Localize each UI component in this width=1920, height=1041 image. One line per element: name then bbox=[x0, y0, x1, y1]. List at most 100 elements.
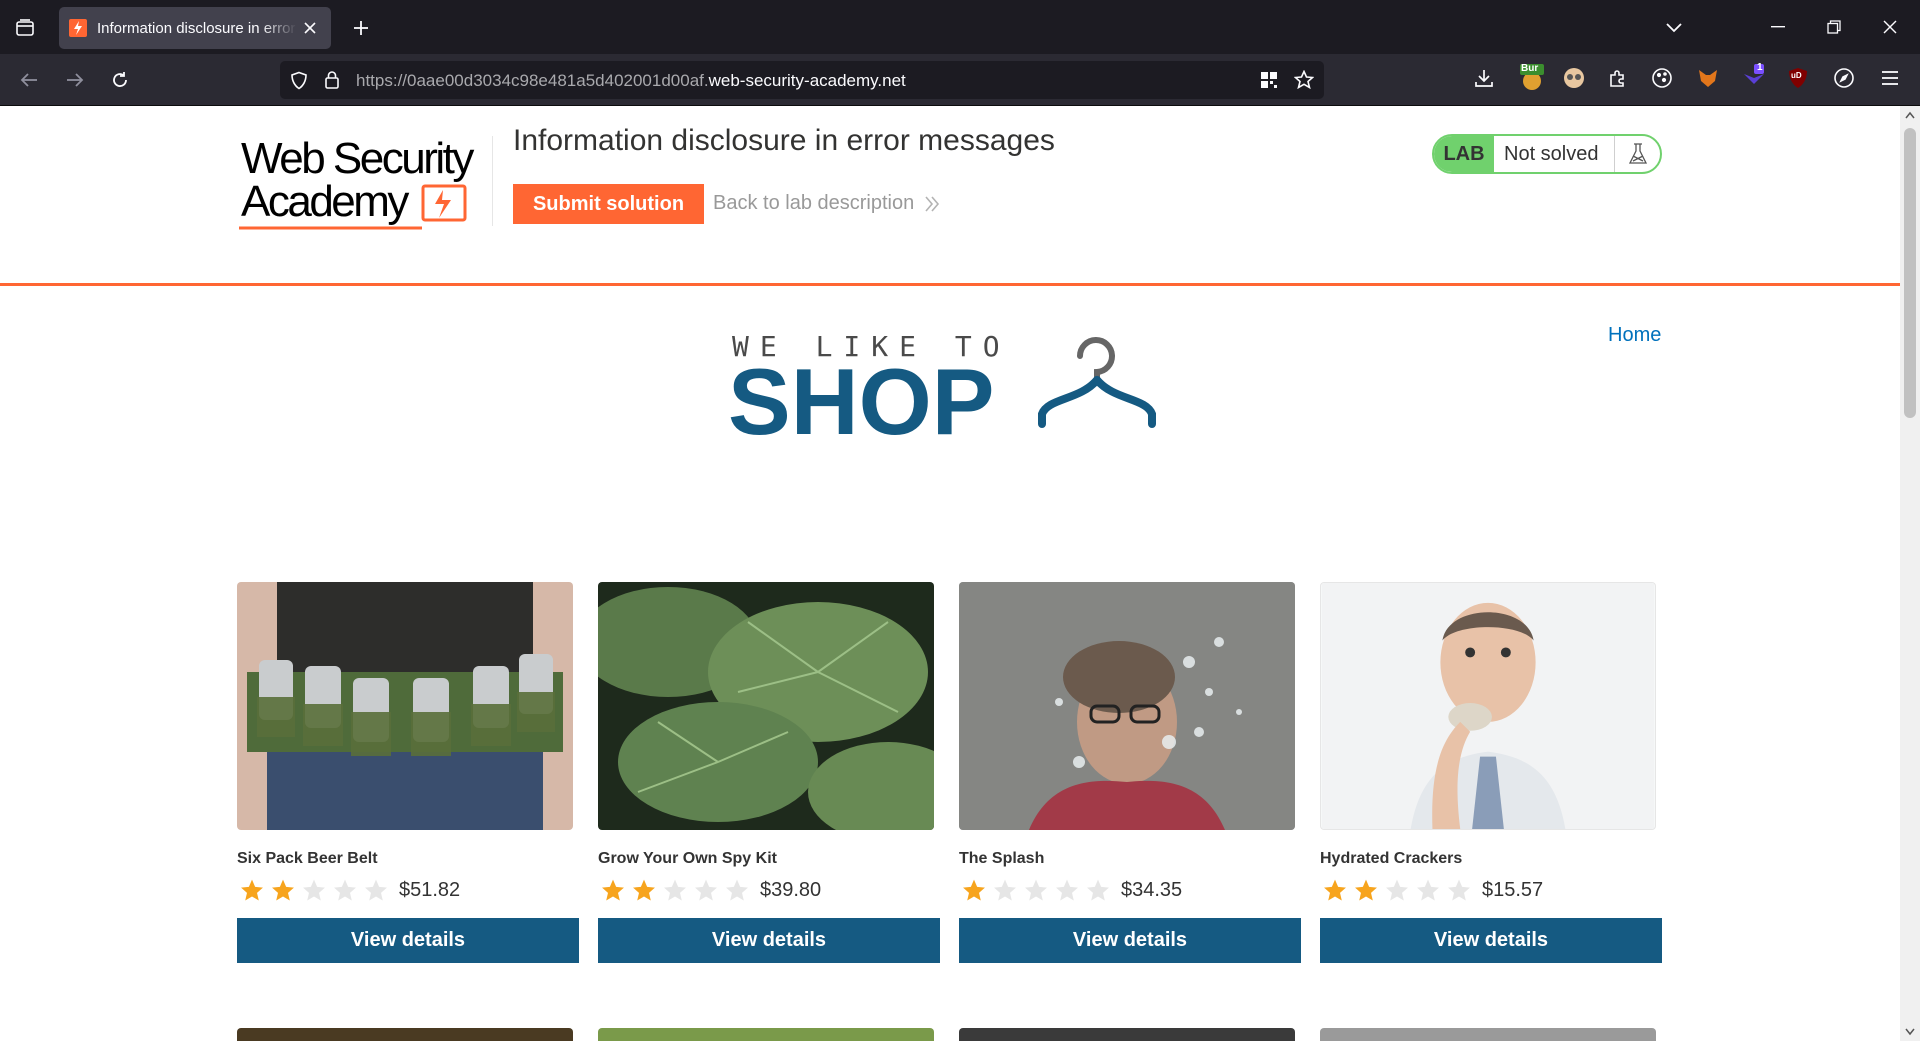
minimize-button[interactable] bbox=[1760, 12, 1796, 42]
star-empty-icon bbox=[722, 876, 752, 904]
new-tab-button[interactable] bbox=[347, 14, 375, 42]
address-bar[interactable]: https://0aae00d3034c98e481a5d402001d00af… bbox=[280, 61, 1324, 99]
star-empty-icon bbox=[691, 876, 721, 904]
metamask-extension-button[interactable] bbox=[1696, 66, 1720, 90]
product-image-row2-2[interactable] bbox=[598, 1028, 934, 1041]
url-domain: web-security-academy.net bbox=[708, 71, 906, 90]
lab-title: Information disclosure in error messages bbox=[513, 124, 1055, 157]
banner-line-2: SHOP bbox=[728, 349, 994, 448]
ublock-extension-button[interactable]: uD bbox=[1786, 66, 1810, 90]
tab-close-button[interactable] bbox=[299, 17, 321, 39]
product-card: The Splash $34.35 View details bbox=[959, 582, 1301, 963]
rating-stars bbox=[598, 876, 752, 904]
notification-extension-button[interactable]: 1 bbox=[1742, 62, 1766, 88]
lab-status-tag: LAB bbox=[1434, 136, 1494, 172]
forward-button[interactable] bbox=[60, 66, 90, 94]
bookmark-star-icon[interactable] bbox=[1294, 70, 1314, 89]
view-details-button[interactable]: View details bbox=[1320, 918, 1662, 963]
web-security-academy-logo[interactable]: Web Security Academy bbox=[237, 128, 497, 238]
star-filled-icon bbox=[1320, 876, 1350, 904]
star-filled-icon bbox=[598, 876, 628, 904]
product-image-row2-3[interactable] bbox=[959, 1028, 1295, 1041]
compass-extension-button[interactable] bbox=[1832, 66, 1856, 90]
product-price: $51.82 bbox=[399, 878, 461, 901]
product-image-splash[interactable] bbox=[959, 582, 1295, 830]
reload-button[interactable] bbox=[105, 66, 135, 94]
lab-status-text: Not solved bbox=[1504, 142, 1599, 165]
page-scrollbar[interactable] bbox=[1900, 106, 1920, 1041]
close-icon bbox=[1883, 20, 1897, 34]
logo-line-2: Academy bbox=[241, 177, 409, 226]
web-security-academy-favicon bbox=[69, 19, 87, 37]
burp-badge: Bur bbox=[1521, 63, 1539, 74]
product-image-spy-kit[interactable] bbox=[598, 582, 934, 830]
tab-title: Information disclosure in error messages bbox=[97, 19, 297, 37]
star-empty-icon bbox=[1021, 876, 1051, 904]
burp-extension-button[interactable]: Bur bbox=[1518, 63, 1546, 92]
restore-button[interactable] bbox=[1816, 12, 1852, 42]
product-meta: $15.57 bbox=[1320, 876, 1662, 904]
view-details-button[interactable]: View details bbox=[959, 918, 1301, 963]
spy-extension-button[interactable] bbox=[1562, 66, 1586, 90]
star-empty-icon bbox=[1052, 876, 1082, 904]
product-name: Hydrated Crackers bbox=[1320, 850, 1463, 867]
reload-icon bbox=[113, 72, 127, 87]
close-icon bbox=[304, 22, 316, 34]
product-card: Six Pack Beer Belt $51.82 View details bbox=[237, 582, 579, 963]
download-icon bbox=[1475, 70, 1493, 87]
active-tab[interactable]: Information disclosure in error messages bbox=[59, 7, 331, 49]
extensions-button[interactable] bbox=[1606, 66, 1630, 90]
product-meta: $34.35 bbox=[959, 876, 1301, 904]
submit-solution-button[interactable]: Submit solution bbox=[513, 184, 704, 224]
view-details-button[interactable]: View details bbox=[237, 918, 579, 963]
rating-stars bbox=[959, 876, 1113, 904]
compass-icon bbox=[1834, 68, 1854, 88]
star-empty-icon bbox=[1382, 876, 1412, 904]
downloads-button[interactable] bbox=[1472, 66, 1496, 90]
puzzle-piece-icon bbox=[1610, 70, 1624, 87]
spy-face-icon bbox=[1564, 68, 1584, 88]
view-details-button[interactable]: View details bbox=[598, 918, 940, 963]
logo-divider bbox=[492, 136, 493, 226]
scrollbar-thumb[interactable] bbox=[1904, 128, 1916, 418]
double-chevron-right-icon bbox=[925, 195, 940, 212]
star-filled-icon bbox=[959, 876, 989, 904]
cookie-extension-button[interactable] bbox=[1650, 66, 1674, 90]
flask-icon bbox=[1628, 143, 1647, 164]
rating-stars bbox=[1320, 876, 1474, 904]
tab-overview-button[interactable] bbox=[10, 14, 40, 42]
star-filled-icon bbox=[629, 876, 659, 904]
qr-code-icon[interactable] bbox=[1260, 71, 1278, 89]
web-page: Web Security Academy Information disclos… bbox=[0, 106, 1900, 1041]
app-menu-button[interactable] bbox=[1878, 66, 1902, 90]
restore-icon bbox=[1827, 20, 1841, 34]
back-button[interactable] bbox=[14, 66, 44, 94]
product-name: Grow Your Own Spy Kit bbox=[598, 850, 777, 867]
window-close-button[interactable] bbox=[1872, 12, 1908, 42]
product-meta: $39.80 bbox=[598, 876, 940, 904]
product-card: Grow Your Own Spy Kit $39.80 View detail… bbox=[598, 582, 940, 963]
product-price: $39.80 bbox=[760, 878, 822, 901]
we-like-to-shop-banner: WE LIKE TO SHOP bbox=[728, 330, 1156, 448]
product-image-row2-1[interactable] bbox=[237, 1028, 573, 1041]
product-price: $15.57 bbox=[1482, 878, 1544, 901]
star-empty-icon bbox=[660, 876, 690, 904]
product-image-row2-4[interactable] bbox=[1320, 1028, 1656, 1041]
star-empty-icon bbox=[1413, 876, 1443, 904]
list-all-tabs-button[interactable] bbox=[1660, 14, 1688, 42]
product-image-beer-belt[interactable] bbox=[237, 582, 573, 830]
home-link[interactable]: Home bbox=[1608, 324, 1661, 347]
star-filled-icon bbox=[237, 876, 267, 904]
scroll-down-arrow-icon[interactable] bbox=[1905, 1028, 1915, 1036]
lab-status-flask bbox=[1614, 136, 1660, 172]
scroll-up-arrow-icon[interactable] bbox=[1905, 111, 1915, 119]
star-empty-icon bbox=[1083, 876, 1113, 904]
lab-status-widget: LAB Not solved bbox=[1432, 134, 1662, 174]
product-name: The Splash bbox=[959, 850, 1045, 867]
product-image-hydrated-crackers[interactable] bbox=[1320, 582, 1656, 830]
back-to-lab-description-link[interactable]: Back to lab description bbox=[713, 192, 940, 215]
star-filled-icon bbox=[268, 876, 298, 904]
arrow-right-icon bbox=[67, 73, 84, 87]
url-text[interactable]: https://0aae00d3034c98e481a5d402001d00af… bbox=[356, 71, 906, 91]
url-prefix: https://0aae00d3034c98e481a5d402001d00af… bbox=[356, 71, 709, 90]
